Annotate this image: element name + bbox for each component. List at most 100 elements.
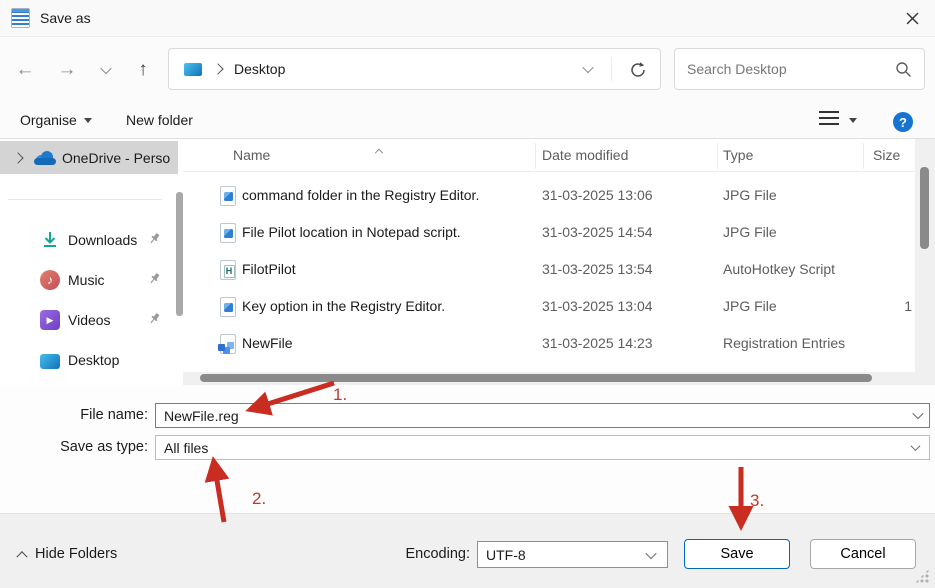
file-name: command folder in the Registry Editor. — [242, 187, 479, 203]
horizontal-scrollbar-thumb[interactable] — [200, 374, 872, 382]
jpg-file-icon — [220, 297, 236, 317]
address-dropdown-icon[interactable] — [582, 62, 593, 73]
vertical-scrollbar-thumb[interactable] — [920, 167, 929, 249]
file-row[interactable]: FilotPilot 31-03-2025 13:54 AutoHotkey S… — [183, 252, 935, 289]
new-folder-button[interactable]: New folder — [126, 102, 193, 138]
recent-locations-button[interactable] — [96, 38, 116, 102]
download-icon — [40, 230, 60, 250]
column-divider[interactable] — [535, 143, 536, 169]
jpg-file-icon — [220, 186, 236, 206]
save-button[interactable]: Save — [684, 539, 790, 569]
resize-grip[interactable] — [915, 569, 929, 583]
horizontal-scrollbar[interactable] — [183, 372, 935, 385]
sidebar-item-label: Desktop — [68, 352, 119, 368]
file-type: JPG File — [723, 224, 777, 240]
cancel-button[interactable]: Cancel — [810, 539, 916, 569]
encoding-label: Encoding: — [330, 546, 470, 562]
address-bar[interactable]: Desktop — [168, 48, 661, 90]
file-date: 31-03-2025 13:04 — [542, 298, 653, 314]
column-divider[interactable] — [717, 143, 718, 169]
up-button[interactable]: ↑ — [130, 38, 156, 102]
search-input[interactable] — [687, 50, 887, 88]
autohotkey-file-icon — [220, 260, 236, 280]
video-icon: ▶ — [40, 310, 60, 330]
file-row[interactable]: Key option in the Registry Editor. 31-03… — [183, 289, 935, 326]
list-rows: command folder in the Registry Editor. 3… — [183, 178, 935, 363]
notepad-icon — [11, 8, 30, 28]
save-as-type-label: Save as type: — [0, 439, 148, 455]
sidebar-item-label: OneDrive - Perso — [62, 150, 170, 166]
save-as-type-value: All files — [164, 440, 208, 456]
dropdown-caret-icon — [84, 118, 92, 123]
new-folder-label: New folder — [126, 112, 193, 128]
encoding-select[interactable]: UTF-8 — [477, 541, 668, 568]
file-name-label: File name: — [0, 407, 148, 423]
pin-icon — [148, 272, 161, 290]
sidebar-item-label: Music — [68, 272, 105, 288]
divider — [611, 57, 612, 81]
command-toolbar: Organise New folder ? — [0, 102, 935, 139]
view-options-caret-icon[interactable] — [849, 118, 857, 123]
file-size: 1 — [904, 298, 912, 314]
expand-chevron-icon[interactable] — [12, 152, 23, 163]
sidebar-item-onedrive[interactable]: OneDrive - Perso — [0, 141, 178, 174]
desktop-folder-icon — [184, 63, 202, 76]
search-icon — [895, 61, 912, 78]
chevron-right-icon — [212, 63, 223, 74]
sidebar-item-label: Videos — [68, 312, 111, 328]
breadcrumb[interactable]: Desktop — [234, 61, 285, 77]
close-button[interactable] — [897, 5, 927, 31]
sidebar-item-music[interactable]: ♪ Music — [0, 263, 178, 297]
sort-ascending-icon — [376, 140, 382, 156]
column-divider[interactable] — [863, 143, 864, 169]
save-as-type-select[interactable]: All files — [155, 435, 930, 460]
refresh-icon — [628, 60, 648, 80]
refresh-button[interactable] — [628, 60, 648, 80]
chevron-down-icon — [911, 441, 921, 451]
column-header-type[interactable]: Type — [723, 147, 753, 163]
sidebar-item-label: Downloads — [68, 232, 137, 248]
chevron-down-icon — [645, 547, 656, 558]
file-date: 31-03-2025 13:54 — [542, 261, 653, 277]
file-list: Name Date modified Type Size command fol… — [183, 139, 935, 385]
file-type: AutoHotkey Script — [723, 261, 835, 277]
view-options-icon[interactable] — [819, 111, 839, 129]
sidebar-item-downloads[interactable]: Downloads — [0, 223, 178, 257]
onedrive-cloud-icon — [34, 151, 56, 165]
dialog-footer: Hide Folders Encoding: UTF-8 Save Cancel — [0, 513, 935, 588]
file-type: JPG File — [723, 298, 777, 314]
window-title: Save as — [40, 10, 91, 26]
desktop-icon — [40, 354, 60, 369]
main-area: OneDrive - Perso Downloads ♪ Music — [0, 139, 935, 385]
sidebar-scrollbar[interactable] — [176, 192, 183, 316]
registry-file-icon — [220, 334, 236, 354]
sidebar-item-desktop[interactable]: Desktop — [0, 343, 178, 377]
file-date: 31-03-2025 13:06 — [542, 187, 653, 203]
vertical-scrollbar[interactable] — [915, 139, 935, 372]
file-row[interactable]: NewFile 31-03-2025 14:23 Registration En… — [183, 326, 935, 363]
close-icon — [906, 12, 919, 25]
chevron-up-icon — [16, 551, 27, 562]
file-name: FilotPilot — [242, 261, 296, 277]
organise-menu-button[interactable]: Organise — [20, 102, 92, 138]
organise-label: Organise — [20, 112, 77, 128]
divider — [8, 199, 162, 200]
file-row[interactable]: command folder in the Registry Editor. 3… — [183, 178, 935, 215]
forward-button[interactable]: → — [54, 38, 80, 102]
save-fields: File name: Save as type: All files — [0, 385, 935, 513]
file-row[interactable]: File Pilot location in Notepad script. 3… — [183, 215, 935, 252]
save-as-dialog: Save as ← → ↑ Desktop — [0, 0, 935, 588]
hide-folders-button[interactable]: Hide Folders — [18, 546, 117, 562]
search-box — [674, 48, 925, 90]
help-button[interactable]: ? — [893, 112, 913, 132]
file-name-input[interactable] — [155, 403, 930, 428]
pin-icon — [148, 312, 161, 330]
sidebar-item-videos[interactable]: ▶ Videos — [0, 303, 178, 337]
jpg-file-icon — [220, 223, 236, 243]
encoding-value: UTF-8 — [486, 547, 526, 563]
back-button[interactable]: ← — [12, 38, 38, 102]
column-header-date[interactable]: Date modified — [542, 147, 628, 163]
hide-folders-label: Hide Folders — [35, 546, 117, 562]
column-header-name[interactable]: Name — [233, 147, 270, 163]
column-header-size[interactable]: Size — [873, 147, 900, 163]
